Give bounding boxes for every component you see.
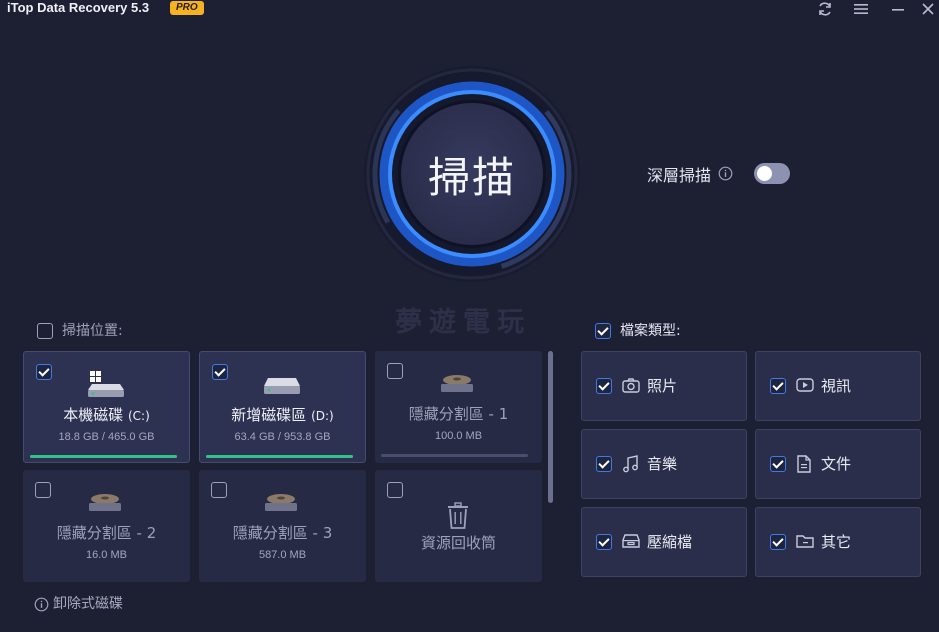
- deep-scan-toggle[interactable]: [754, 163, 790, 184]
- drive-checkbox[interactable]: [387, 363, 403, 379]
- drive-checkbox[interactable]: [387, 482, 403, 498]
- drive-size: 18.8 GB / 465.0 GB: [58, 431, 155, 443]
- video-label: 視訊: [821, 377, 852, 395]
- drive-usage-bar: [30, 455, 177, 458]
- drive-size: 16.0 MB: [86, 549, 127, 561]
- music-icon: [623, 455, 638, 473]
- drive-card-hidden-2[interactable]: 隱藏分割區 - 2 16.0 MB: [23, 470, 190, 582]
- drive-usage-fill: [206, 455, 353, 458]
- removable-disk-link[interactable]: 卸除式磁碟: [53, 593, 123, 613]
- info-icon: [34, 597, 49, 612]
- drive-card-d[interactable]: 新增磁碟區 (D:) 63.4 GB / 953.8 GB: [199, 351, 366, 463]
- drive-size: 63.4 GB / 953.8 GB: [234, 431, 331, 443]
- drive-name: 新增磁碟區 (D:): [231, 406, 334, 424]
- watermark-text: 夢遊電玩: [395, 307, 531, 338]
- app-title: iTop Data Recovery 5.3: [7, 0, 150, 15]
- minimize-icon[interactable]: [888, 0, 908, 18]
- file-type-music[interactable]: 音樂: [581, 429, 747, 499]
- document-icon: [797, 455, 811, 473]
- file-type-archives[interactable]: 壓縮檔: [581, 507, 747, 577]
- others-label: 其它: [821, 533, 852, 551]
- drive-card-hidden-3[interactable]: 隱藏分割區 - 3 587.0 MB: [199, 470, 366, 582]
- music-label: 音樂: [647, 455, 678, 473]
- hidden-partition-icon: [441, 375, 473, 392]
- drive-icon: [264, 378, 300, 394]
- toggle-knob: [757, 166, 772, 181]
- menu-icon[interactable]: [851, 0, 871, 18]
- drive-checkbox[interactable]: [35, 482, 51, 498]
- hidden-partition-icon: [265, 494, 297, 511]
- archives-label: 壓縮檔: [647, 533, 693, 551]
- deep-scan-label: 深層掃描: [647, 166, 712, 185]
- hidden-partition-icon: [89, 494, 121, 511]
- documents-checkbox[interactable]: [770, 456, 786, 472]
- photos-label: 照片: [647, 377, 678, 395]
- file-type-video[interactable]: 視訊: [755, 351, 921, 421]
- video-checkbox[interactable]: [770, 378, 786, 394]
- drive-size: 587.0 MB: [258, 549, 307, 561]
- file-type-others[interactable]: 其它: [755, 507, 921, 577]
- drive-name: 隱藏分割區 - 2: [56, 524, 157, 542]
- trash-icon: [448, 502, 468, 529]
- drive-usage-bar: [381, 454, 528, 457]
- file-type-label: 檔案類型:: [620, 323, 681, 339]
- folder-icon: [796, 535, 814, 548]
- drive-list-scrollbar[interactable]: [548, 351, 553, 503]
- drive-name: 本機磁碟 (C:): [63, 406, 150, 424]
- archives-checkbox[interactable]: [596, 534, 612, 550]
- documents-label: 文件: [821, 455, 852, 473]
- drive-card-recycle-bin[interactable]: 資源回收筒: [375, 470, 542, 582]
- photos-checkbox[interactable]: [596, 378, 612, 394]
- drive-usage-fill: [30, 455, 177, 458]
- drive-name: 隱藏分割區 - 3: [232, 524, 333, 542]
- refresh-icon[interactable]: [815, 0, 835, 18]
- drive-size: 100.0 MB: [434, 430, 483, 442]
- scan-button-label: 掃描: [427, 152, 516, 202]
- file-type-photos[interactable]: 照片: [581, 351, 747, 421]
- drive-checkbox[interactable]: [212, 364, 228, 380]
- drive-usage-bar: [206, 455, 353, 458]
- drive-name: 隱藏分割區 - 1: [408, 405, 509, 423]
- drive-checkbox[interactable]: [211, 482, 227, 498]
- file-type-checkbox[interactable]: [595, 323, 611, 339]
- windows-drive-icon: [88, 371, 124, 397]
- drive-checkbox[interactable]: [36, 364, 52, 380]
- close-icon[interactable]: [918, 0, 938, 18]
- info-icon[interactable]: [718, 166, 733, 181]
- drive-card-c[interactable]: 本機磁碟 (C:) 18.8 GB / 465.0 GB: [23, 351, 190, 463]
- archive-icon: [622, 534, 640, 548]
- others-checkbox[interactable]: [770, 534, 786, 550]
- scan-button[interactable]: 掃描: [398, 100, 546, 248]
- scan-location-checkbox[interactable]: [37, 323, 53, 339]
- drive-card-hidden-1[interactable]: 隱藏分割區 - 1 100.0 MB: [375, 351, 542, 463]
- music-checkbox[interactable]: [596, 456, 612, 472]
- camera-icon: [622, 378, 640, 393]
- drive-name: 資源回收筒: [420, 534, 496, 552]
- file-type-documents[interactable]: 文件: [755, 429, 921, 499]
- scan-location-label: 掃描位置:: [62, 323, 123, 339]
- pro-badge: PRO: [170, 1, 204, 15]
- title-bar: iTop Data Recovery 5.3 PRO: [0, 0, 939, 20]
- video-icon: [796, 378, 814, 392]
